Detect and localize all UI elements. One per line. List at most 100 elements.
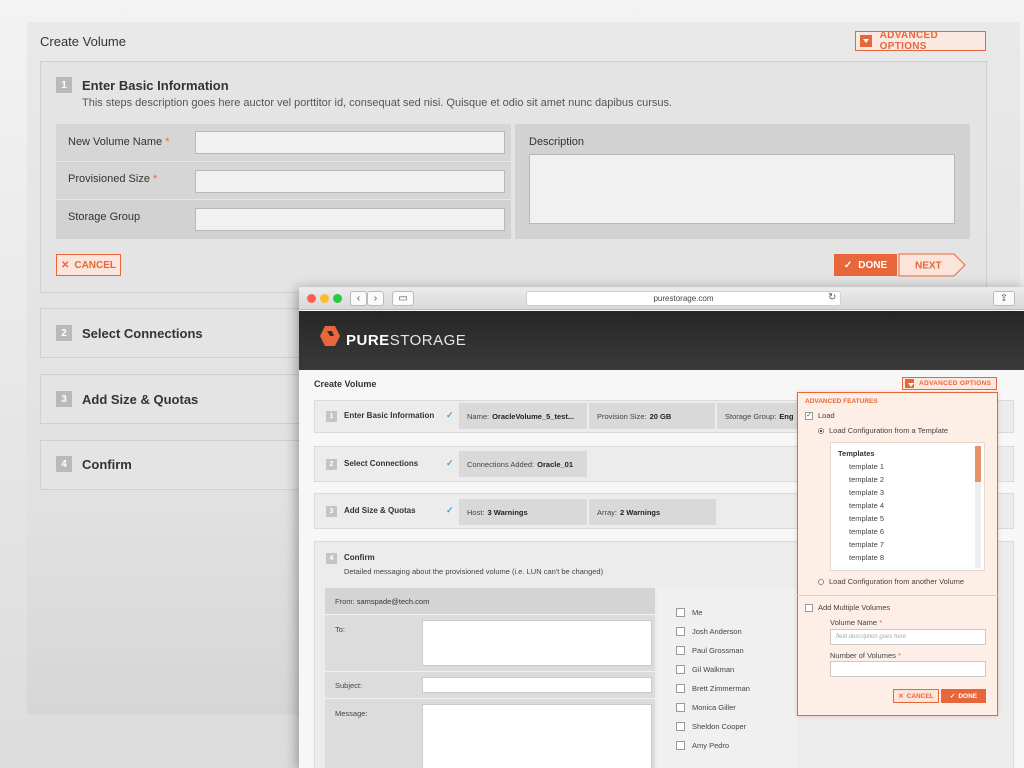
maximize-window-icon[interactable] [333,294,342,303]
close-icon: ✕ [60,259,70,271]
load-option[interactable]: ✓ Load [805,411,835,420]
list-item[interactable]: Paul Grossman [676,641,750,660]
list-item[interactable]: template 4 [849,501,884,514]
svg-text:NEXT: NEXT [915,261,942,272]
message-input[interactable] [422,704,652,768]
advanced-options-button[interactable]: ADVANCED OPTIONS [902,377,997,390]
list-item[interactable]: template 2 [849,475,884,488]
page-title: Create Volume [314,379,377,389]
step-number: 2 [326,459,337,470]
add-multiple-volumes-option[interactable]: Add Multiple Volumes [805,603,890,612]
advanced-options-button[interactable]: ADVANCED OPTIONS [855,30,986,52]
provisioned-size-label: Provisioned Size * [68,173,158,185]
checkbox[interactable] [676,665,685,674]
advanced-options-label: ADVANCED OPTIONS [879,30,938,52]
advanced-cancel-button[interactable]: ✕ CANCEL [893,689,939,703]
back-arrow-icon[interactable]: ‹ [350,291,367,306]
number-of-volumes-label: Number of Volumes * [830,651,901,660]
from-field: From: samspade@tech.com [335,597,430,606]
step-number: 2 [56,325,72,341]
site-header: PURESTORAGE [299,311,1024,370]
list-item[interactable]: template 1 [849,462,884,475]
done-button[interactable]: ✓ DONE [834,254,897,276]
load-volume-radio-option[interactable]: Load Configuration from another Volume [818,577,964,586]
checkbox[interactable] [676,646,685,655]
add-multiple-checkbox[interactable] [805,603,813,612]
load-template-radio-option[interactable]: Load Configuration from a Template [818,426,948,435]
templates-title: Templates [838,449,875,458]
page-title: Create Volume [40,34,126,49]
radio-button[interactable] [818,427,824,434]
description-label: Description [529,136,585,148]
step-title: Select Connections [344,459,419,468]
load-checkbox[interactable]: ✓ [805,411,813,420]
reload-icon[interactable]: ↻ [828,292,836,303]
volume-name-input[interactable] [195,131,505,154]
list-item[interactable]: Brett Zimmerman [676,679,750,698]
list-item[interactable]: template 5 [849,514,884,527]
step-description: Detailed messaging about the provisioned… [344,567,604,576]
step-title: Confirm [82,457,132,472]
summary-host: Host: 3 Warnings [459,499,587,525]
subject-label: Subject: [335,681,363,690]
list-item[interactable]: Amy Pedro [676,736,750,755]
step-number: 4 [56,456,72,472]
advanced-features-heading: ADVANCED FEATURES [805,398,878,405]
checkbox[interactable] [676,741,685,750]
step-number: 3 [326,506,337,517]
checkbox[interactable] [676,684,685,693]
share-icon[interactable]: ⇪ [993,291,1015,306]
check-icon: ✓ [446,410,454,420]
to-input[interactable] [422,620,652,666]
close-icon: ✕ [898,693,904,700]
list-item[interactable]: template 8 [849,553,884,566]
volume-name-label: New Volume Name * [68,136,170,148]
step-title: Enter Basic Information [344,411,435,420]
next-button[interactable]: NEXT [898,253,968,277]
template-items: template 1 template 2 template 3 templat… [849,462,884,566]
radio-button[interactable] [818,578,824,585]
step-title: Add Size & Quotas [82,392,199,407]
scrollbar-thumb[interactable] [975,446,981,482]
recipient-checkbox-list: Me Josh Anderson Paul Grossman Gil Walkm… [676,603,750,755]
checkbox[interactable] [676,703,685,712]
list-item[interactable]: Monica Giller [676,698,750,717]
subject-input[interactable] [422,677,652,693]
list-item[interactable]: template 3 [849,488,884,501]
provisioned-size-input[interactable] [195,170,505,193]
step-title: Add Size & Quotas [344,506,416,515]
pure-storage-logo-icon [320,326,340,346]
summary-name: Name: OracleVolume_5_test... [459,403,587,429]
step-4-section[interactable] [40,440,310,490]
sidebar-icon[interactable]: ▭ [392,291,414,306]
list-item[interactable]: Gil Walkman [676,660,750,679]
check-icon: ✓ [843,259,853,271]
list-item[interactable]: template 6 [849,527,884,540]
close-window-icon[interactable] [307,294,316,303]
minimize-window-icon[interactable] [320,294,329,303]
summary-connections: Connections Added: Oracle_01 [459,451,587,477]
checkbox[interactable] [676,722,685,731]
list-item[interactable]: template 7 [849,540,884,553]
volume-name-input[interactable]: field description goes here [830,629,986,645]
list-item[interactable]: Me [676,603,750,622]
advanced-done-button[interactable]: ✓ DONE [941,689,986,703]
checkbox[interactable] [676,627,685,636]
list-item[interactable]: Josh Anderson [676,622,750,641]
storage-group-input[interactable] [195,208,505,231]
to-label: To: [335,625,346,634]
step-title: Enter Basic Information [82,78,229,93]
summary-storage-group: Storage Group: Eng [717,403,807,429]
address-bar[interactable]: purestorage.com [526,291,841,306]
check-icon: ✓ [949,693,956,700]
cancel-button[interactable]: ✕ CANCEL [56,254,121,276]
number-of-volumes-input[interactable] [830,661,986,677]
message-label: Message: [335,709,368,718]
step-number: 3 [56,391,72,407]
checkbox[interactable] [676,608,685,617]
list-item[interactable]: Sheldon Cooper [676,717,750,736]
dropdown-icon [860,35,872,47]
dropdown-icon [905,379,914,388]
forward-arrow-icon[interactable]: › [367,291,384,306]
description-input[interactable] [529,154,955,224]
